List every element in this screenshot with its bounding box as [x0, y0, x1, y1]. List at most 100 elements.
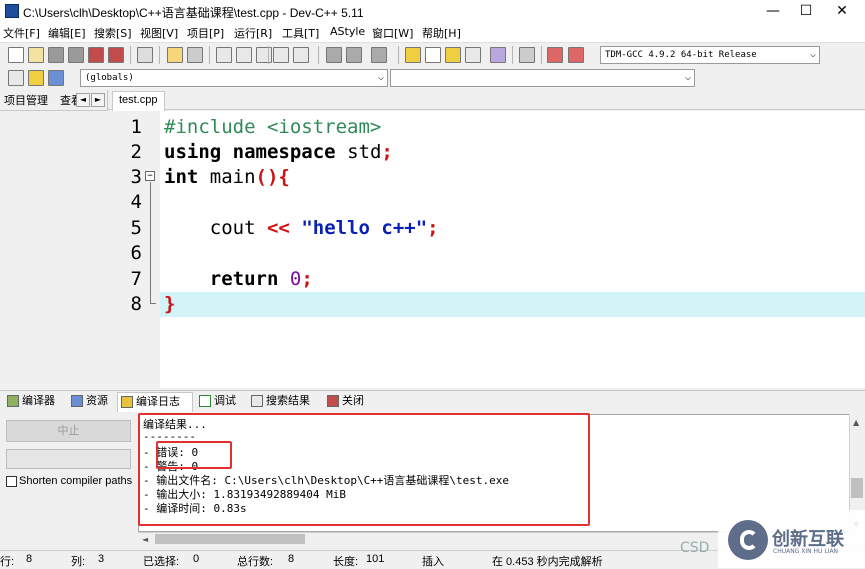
watermark-brand-sub: CHUANG XIN HU LIAN: [773, 548, 839, 555]
chevron-down-icon: ⌵: [809, 49, 816, 60]
menu-view[interactable]: 视图[V]: [140, 25, 178, 41]
shorten-paths-checkbox[interactable]: [6, 476, 17, 487]
menu-search[interactable]: 搜索[S]: [94, 25, 132, 41]
stop-compile-button[interactable]: 中止: [6, 420, 131, 442]
unindent-icon[interactable]: [346, 47, 362, 63]
new-file-icon[interactable]: [8, 47, 24, 63]
scope-select[interactable]: (globals) ⌵: [80, 69, 388, 87]
menu-run[interactable]: 运行[R]: [234, 25, 272, 41]
tab-search-results[interactable]: 搜索结果: [248, 392, 310, 412]
operator: ;: [427, 217, 439, 239]
syntax-check-icon[interactable]: [490, 47, 506, 63]
menu-bar: 文件[F] 编辑[E] 搜索[S] 视图[V] 项目[P] 运行[R] 工具[T…: [0, 22, 865, 42]
print-icon[interactable]: [137, 47, 153, 63]
code-line-2: using namespace std;: [164, 140, 393, 165]
tab-compile-log-label: 编译日志: [136, 395, 180, 408]
compile-run-icon[interactable]: [445, 47, 461, 63]
menu-help[interactable]: 帮助[H]: [422, 25, 461, 41]
close-button[interactable]: ✕: [819, 0, 865, 22]
tab-compile-log[interactable]: 编译日志: [117, 392, 193, 412]
stop-execution-icon[interactable]: [519, 47, 535, 63]
shorten-paths-label: Shorten compiler paths: [19, 475, 133, 487]
annotation-highlight-box: [138, 413, 590, 526]
tab-scroll-left-icon[interactable]: ◄: [76, 93, 90, 107]
rebuild-icon[interactable]: [465, 47, 481, 63]
file-tab[interactable]: test.cpp: [112, 91, 165, 111]
editor-tab-strip: [108, 90, 865, 110]
operator: ;: [381, 141, 393, 163]
goto-line-icon[interactable]: [273, 47, 289, 63]
menu-file[interactable]: 文件[F]: [3, 25, 40, 41]
toolbar-separator: [398, 46, 399, 64]
current-line-highlight: [160, 292, 865, 317]
project-tree[interactable]: [0, 110, 108, 388]
fold-guide: [150, 182, 151, 304]
status-insert-mode: 插入: [422, 556, 444, 568]
tab-resources[interactable]: 资源: [68, 392, 108, 412]
toggle-bookmark-icon[interactable]: [28, 70, 44, 86]
compiler-select[interactable]: TDM-GCC 4.9.2 64-bit Release ⌵: [600, 46, 820, 64]
scroll-up-icon[interactable]: ▲: [853, 418, 859, 427]
code-line-8: }: [164, 292, 175, 317]
tab-scroll-right-icon[interactable]: ►: [91, 93, 105, 107]
status-row-label: 行:: [0, 556, 15, 568]
menu-edit[interactable]: 编辑[E]: [48, 25, 86, 41]
goto-bookmark-icon[interactable]: [48, 70, 64, 86]
tab-debug-label: 调试: [214, 394, 236, 407]
line-number: 7: [130, 268, 142, 290]
close-file-icon[interactable]: [88, 47, 104, 63]
indent-icon[interactable]: [326, 47, 342, 63]
keyword: int: [164, 166, 199, 188]
tab-project-manager[interactable]: 项目管理: [4, 92, 48, 109]
replace-icon[interactable]: [236, 47, 252, 63]
status-total: 8: [288, 553, 295, 565]
line-number: 2: [130, 141, 142, 163]
close-panel-icon: [327, 395, 339, 407]
redo-icon[interactable]: [187, 47, 203, 63]
code-line-1: #include <iostream>: [164, 116, 382, 138]
save-icon[interactable]: [48, 47, 64, 63]
tab-debug[interactable]: 调试: [196, 392, 236, 412]
find-next-icon[interactable]: [256, 47, 272, 63]
line-number: 4: [130, 191, 142, 213]
tab-class-browser[interactable]: 查看类: [60, 92, 76, 109]
menu-tools[interactable]: 工具[T]: [282, 25, 319, 41]
close-all-icon[interactable]: [108, 47, 124, 63]
code-line-7: return 0;: [164, 267, 313, 292]
toolbar-separator: [268, 46, 269, 64]
toolbar-separator: [130, 46, 131, 64]
toggle-comment-icon[interactable]: [371, 47, 387, 63]
debug-icon[interactable]: [568, 47, 584, 63]
scroll-left-icon[interactable]: ◄: [142, 535, 148, 544]
open-file-icon[interactable]: [28, 47, 44, 63]
chevron-down-icon: ⌵: [377, 72, 384, 83]
menu-window[interactable]: 窗口[W]: [372, 25, 413, 41]
watermark-csdn-text: CSD: [680, 540, 710, 556]
log-vertical-thumb[interactable]: [851, 478, 863, 498]
status-row: 8: [26, 553, 33, 565]
compile-icon[interactable]: [405, 47, 421, 63]
keyword: namespace: [232, 141, 336, 163]
class-toolbar: (globals) ⌵ ⌵: [0, 66, 865, 90]
tab-compiler[interactable]: 编译器: [4, 392, 55, 412]
profile-icon[interactable]: [547, 47, 563, 63]
operator: }: [164, 293, 176, 315]
log-horizontal-thumb[interactable]: [155, 534, 305, 544]
insert-icon[interactable]: [8, 70, 24, 86]
menu-project[interactable]: 项目[P]: [187, 25, 224, 41]
bookmark-icon[interactable]: [293, 47, 309, 63]
keyword: using: [164, 141, 222, 163]
status-length-label: 长度:: [333, 556, 359, 568]
undo-icon[interactable]: [167, 47, 183, 63]
tab-close[interactable]: 关闭: [324, 392, 364, 412]
operator: <<: [266, 217, 290, 239]
status-total-label: 总行数:: [237, 556, 274, 568]
save-all-icon[interactable]: [68, 47, 84, 63]
find-icon[interactable]: [216, 47, 232, 63]
member-select[interactable]: ⌵: [390, 69, 695, 87]
fold-toggle-icon[interactable]: −: [145, 171, 155, 181]
keyword: return: [209, 268, 279, 290]
menu-astyle[interactable]: AStyle: [330, 25, 365, 38]
run-icon[interactable]: [425, 47, 441, 63]
compile-progress-bar: [6, 449, 131, 469]
